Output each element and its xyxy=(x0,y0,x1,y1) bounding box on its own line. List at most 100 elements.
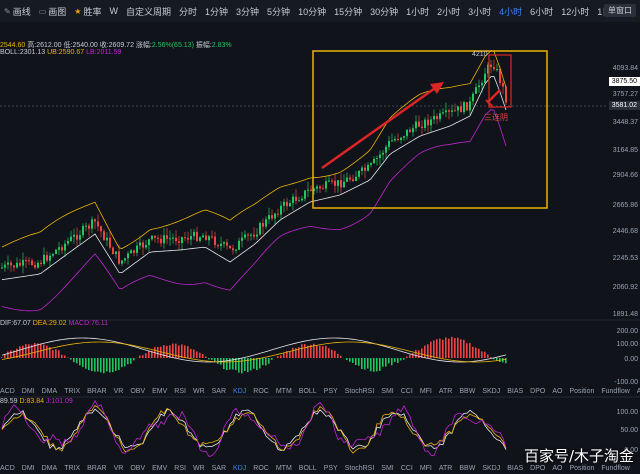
indicator-tab-cci[interactable]: CCI xyxy=(401,465,413,472)
macd-bar xyxy=(349,358,351,362)
candle-body xyxy=(154,235,156,238)
macd-bar xyxy=(367,358,369,369)
indicator-tab-bias[interactable]: BIAS xyxy=(507,388,523,395)
indicator-tab-vr[interactable]: VR xyxy=(114,465,124,472)
indicator-tab-roc[interactable]: ROC xyxy=(253,465,269,472)
macd-bar xyxy=(145,353,147,358)
indicator-tab-psy[interactable]: PSY xyxy=(324,388,338,395)
macd-bar xyxy=(148,351,150,358)
macd-bar xyxy=(361,358,363,369)
boll-lower-line xyxy=(1,109,507,312)
macd-bar xyxy=(109,358,111,373)
macd-bar xyxy=(262,358,264,366)
macd-bar xyxy=(418,350,420,358)
indicator-tab-cci[interactable]: CCI xyxy=(401,388,413,395)
macd-bar xyxy=(226,358,228,371)
macd-bar xyxy=(46,345,48,358)
macd-bar xyxy=(121,358,123,368)
indicator-tab-kdj[interactable]: KDJ xyxy=(233,465,246,472)
indicator-tab-emv[interactable]: EMV xyxy=(152,465,167,472)
indicator-tab-skdj[interactable]: SKDJ xyxy=(482,465,500,472)
indicator-tab-brar[interactable]: BRAR xyxy=(87,465,106,472)
indicator-tab-dpo[interactable]: DPO xyxy=(530,388,545,395)
indicator-tab-brar[interactable]: BRAR xyxy=(87,388,106,395)
indicator-tab-rsi[interactable]: RSI xyxy=(174,388,186,395)
macd-bar xyxy=(490,357,492,358)
macd-bar xyxy=(469,343,471,358)
indicator-tab-boll[interactable]: BOLL xyxy=(299,388,317,395)
indicator-tab-atr[interactable]: ATR xyxy=(439,388,452,395)
indicator-tab-psy[interactable]: PSY xyxy=(324,465,338,472)
indicator-tab-dmi[interactable]: DMI xyxy=(22,465,35,472)
indicator-tab-rsi[interactable]: RSI xyxy=(174,465,186,472)
candle-body xyxy=(229,245,231,249)
indicator-tab-mtm[interactable]: MTM xyxy=(276,388,292,395)
candle-body xyxy=(7,262,9,265)
macd-bar xyxy=(52,350,54,358)
macd-bar xyxy=(376,358,378,372)
candlestick-chart[interactable] xyxy=(0,0,640,474)
macd-bar xyxy=(400,358,402,361)
indicator-tab-stochrsi[interactable]: StochRSI xyxy=(345,465,375,472)
indicator-tab-mtm[interactable]: MTM xyxy=(276,465,292,472)
macd-bar xyxy=(103,358,105,374)
candle-body xyxy=(10,262,12,266)
candle-body xyxy=(325,181,327,189)
indicator-tab-trix[interactable]: TRIX xyxy=(64,465,80,472)
indicator-tab-roc[interactable]: ROC xyxy=(253,388,269,395)
candle-body xyxy=(184,237,186,239)
indicator-tab-bbw[interactable]: BBW xyxy=(459,388,475,395)
current-price-tag: 3875.50 xyxy=(608,77,640,86)
macd-bar xyxy=(139,355,141,358)
indicator-tab-emv[interactable]: EMV xyxy=(152,388,167,395)
indicator-tab-bias[interactable]: BIAS xyxy=(507,465,523,472)
indicator-tab-vr[interactable]: VR xyxy=(114,388,124,395)
macd-bar xyxy=(55,349,57,358)
indicator-tab-trix[interactable]: TRIX xyxy=(64,388,80,395)
candle-body xyxy=(160,238,162,244)
macd-bar xyxy=(130,358,132,364)
candle-body xyxy=(484,73,486,83)
candle-body xyxy=(424,119,426,128)
indicator-tab-wr[interactable]: WR xyxy=(193,465,205,472)
indicator-tab-obv[interactable]: OBV xyxy=(130,465,145,472)
indicator-tab-mfi[interactable]: MFI xyxy=(420,388,432,395)
indicator-tab-ao[interactable]: AO xyxy=(552,388,562,395)
indicator-tab-smi[interactable]: SMI xyxy=(381,465,393,472)
candle-body xyxy=(352,179,354,181)
indicator-tab-skdj[interactable]: SKDJ xyxy=(482,388,500,395)
indicator-tab-smi[interactable]: SMI xyxy=(381,388,393,395)
indicator-tab-mfi[interactable]: MFI xyxy=(420,465,432,472)
macd-bar xyxy=(424,345,426,358)
indicator-tab-position[interactable]: Position xyxy=(569,388,594,395)
indicator-tab-sar[interactable]: SAR xyxy=(212,465,226,472)
indicator-tab-acd[interactable]: ACD xyxy=(0,388,15,395)
macd-bar xyxy=(163,345,165,358)
candle-body xyxy=(490,64,492,68)
price-axis: 4093.84 3757.27 3448.37 3164.85 2904.66 2665.… xyxy=(606,0,640,320)
candle-body xyxy=(55,249,57,254)
indicator-tab-bbw[interactable]: BBW xyxy=(459,465,475,472)
candle-body xyxy=(322,188,324,190)
indicator-tab-fundflow[interactable]: Fundflow xyxy=(601,388,629,395)
macd-bar xyxy=(364,358,366,370)
macd-bar xyxy=(115,358,117,371)
indicator-tab-obv[interactable]: OBV xyxy=(130,388,145,395)
indicator-tab-wr[interactable]: WR xyxy=(193,388,205,395)
price-tick: 3164.85 xyxy=(612,147,638,154)
indicator-tab-dma[interactable]: DMA xyxy=(42,388,58,395)
indicator-tab-boll[interactable]: BOLL xyxy=(299,465,317,472)
candle-body xyxy=(217,245,219,247)
indicator-tab-acd[interactable]: ACD xyxy=(0,465,15,472)
candle-body xyxy=(202,235,204,238)
indicator-tab-sar[interactable]: SAR xyxy=(212,388,226,395)
indicator-tab-dma[interactable]: DMA xyxy=(42,465,58,472)
macd-bar xyxy=(475,347,477,358)
indicator-tab-kdj[interactable]: KDJ xyxy=(233,388,246,395)
macd-bar xyxy=(442,339,444,358)
indicator-tab-dmi[interactable]: DMI xyxy=(22,388,35,395)
macd-bar xyxy=(358,358,360,366)
macd-bar xyxy=(331,349,333,358)
indicator-tab-stochrsi[interactable]: StochRSI xyxy=(345,388,375,395)
indicator-tab-atr[interactable]: ATR xyxy=(439,465,452,472)
